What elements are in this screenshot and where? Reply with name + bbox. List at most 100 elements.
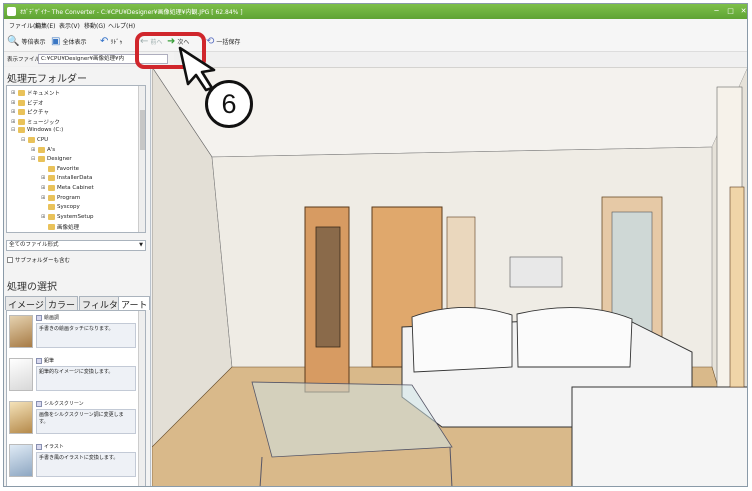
- folder-icon: [48, 213, 55, 220]
- folder-icon: [28, 137, 35, 143]
- status-bar: [152, 481, 747, 486]
- tree-scrollbar[interactable]: [138, 86, 145, 232]
- folder-icon: [48, 224, 55, 231]
- app-window: ｵｶﾞﾃﾞｻﾞｲﾅｰ The Converter - C:¥CPU¥Design…: [3, 3, 748, 487]
- tree-item-label: Designer: [47, 156, 72, 163]
- tree-item[interactable]: ⊞ ミュージック: [11, 118, 60, 126]
- folder-icon: [18, 99, 25, 106]
- expander-icon[interactable]: ⊞: [41, 214, 46, 220]
- tree-item[interactable]: ⊞ ドキュメント: [11, 89, 60, 97]
- expander-icon[interactable]: ⊞: [11, 109, 16, 115]
- expander-icon[interactable]: ⊞: [41, 195, 46, 201]
- close-icon[interactable]: ✕: [738, 6, 747, 17]
- expander-icon[interactable]: ⊞: [11, 119, 16, 125]
- tree-item[interactable]: ⊟ CPU: [21, 137, 48, 143]
- fit-all-button[interactable]: ▣ 全体表示: [51, 35, 86, 48]
- tree-item-label: CPU: [37, 137, 49, 143]
- tree-item[interactable]: ⊟ Designer: [31, 156, 72, 163]
- folder-icon: [18, 90, 25, 96]
- tree-item-label: A's: [47, 146, 56, 153]
- menu-help[interactable]: ヘルプ(H): [108, 21, 135, 30]
- folder-icon: [48, 175, 55, 182]
- process-icon: [36, 314, 42, 321]
- process-description: 手書き風のイラストに変換します。: [36, 452, 136, 477]
- maximize-icon[interactable]: □: [725, 6, 736, 17]
- expander-icon[interactable]: ⊞: [11, 100, 16, 106]
- process-name: シルクスクリーン: [44, 401, 84, 407]
- tab-image[interactable]: イメージ: [5, 296, 47, 311]
- folder-icon: [18, 109, 25, 116]
- chevron-down-icon: ▼: [139, 242, 143, 248]
- process-name: イラスト: [44, 444, 64, 450]
- tree-item[interactable]: ⊞ ピクチャ: [11, 108, 49, 116]
- process-icon: [36, 443, 42, 450]
- tree-item-label: Meta Cabinet: [57, 185, 94, 191]
- actual-size-button[interactable]: 🔍 等倍表示: [7, 35, 45, 48]
- process-header: イラスト: [36, 443, 64, 450]
- minimize-icon[interactable]: ─: [711, 6, 722, 17]
- tree-item-label: Program: [57, 194, 81, 201]
- image-preview[interactable]: [152, 67, 747, 486]
- process-icon: [36, 357, 42, 364]
- tree-item-label: InstallerData: [57, 175, 93, 182]
- tab-art[interactable]: アート: [118, 296, 151, 311]
- process-tabs: イメージ カラー フィルター アート: [5, 296, 151, 311]
- app-icon: [7, 7, 16, 16]
- folder-icon: [38, 146, 45, 153]
- tree-item[interactable]: ⊞ InstallerData: [41, 175, 93, 182]
- expander-icon[interactable]: ⊞: [41, 185, 46, 191]
- tree-item[interactable]: ⊞ SystemSetup: [41, 213, 94, 220]
- undo-button[interactable]: ↶ ﾘﾄﾞｩ: [100, 35, 122, 48]
- tab-color[interactable]: カラー: [45, 296, 79, 311]
- expander-icon[interactable]: ⊞: [41, 175, 46, 181]
- process-list: 絵画調 手書きの絵画タッチになります。 鉛筆 鉛筆的なイメージに変換します。 シルクスク…: [6, 310, 146, 486]
- folder-icon: [48, 204, 55, 211]
- process-header: 鉛筆: [36, 357, 54, 364]
- tree-item-label: Windows (C:): [27, 127, 64, 134]
- tree-item-label: ドキュメント: [27, 91, 61, 97]
- expander-icon[interactable]: ⊞: [11, 90, 16, 96]
- tree-item[interactable]: 画像処理: [41, 223, 79, 231]
- tree-item-label: ビデオ: [27, 100, 44, 107]
- tree-item[interactable]: Syscopy: [41, 204, 80, 211]
- expander-icon[interactable]: ⊟: [21, 137, 26, 143]
- title-bar: ｵｶﾞﾃﾞｻﾞｲﾅｰ The Converter - C:¥CPU¥Design…: [4, 4, 747, 19]
- tree-item[interactable]: ⊟ Windows (C:): [11, 127, 64, 134]
- include-subfolders-checkbox[interactable]: サブフォルダーも含む: [7, 256, 70, 264]
- menu-view[interactable]: 表示(V): [59, 21, 80, 30]
- tree-item[interactable]: ⊞ A's: [31, 146, 56, 153]
- file-type-select[interactable]: 全てのファイル形式 ▼: [6, 240, 146, 251]
- process-option[interactable]: 鉛筆 鉛筆的なイメージに変換します。: [9, 356, 137, 393]
- tree-item[interactable]: ⊞ Program: [41, 194, 81, 201]
- process-thumbnail: [9, 358, 33, 391]
- folder-tree[interactable]: ⊞ ドキュメント ⊞ ビデオ ⊞ ピクチャ ⊞ ミュージック ⊟ Windows (C:) ⊟ CPU…: [6, 85, 146, 233]
- tree-item-label: Favorite: [57, 165, 79, 172]
- include-subfolders-label: サブフォルダーも含む: [15, 258, 71, 264]
- process-thumbnail: [9, 401, 33, 434]
- tree-item-label: SystemSetup: [57, 213, 94, 220]
- process-option[interactable]: 絵画調 手書きの絵画タッチになります。: [9, 313, 137, 350]
- tree-item[interactable]: Favorite: [41, 165, 79, 172]
- process-name: 絵画調: [44, 315, 60, 321]
- magnifier-icon: 🔍: [7, 35, 20, 47]
- step-number-callout: 6: [205, 80, 253, 128]
- checkbox-box[interactable]: [7, 257, 13, 263]
- expander-icon[interactable]: ⊟: [11, 127, 16, 133]
- process-option[interactable]: イラスト手書き風のイラストに変換します。: [9, 442, 137, 479]
- tree-scroll-thumb[interactable]: [140, 110, 145, 150]
- fit-all-label: 全体表示: [62, 39, 87, 46]
- menu-edit[interactable]: 編集(E): [35, 21, 55, 30]
- process-scrollbar[interactable]: [138, 311, 145, 486]
- process-description: 画像をシルクスクリーン調に変更します。: [36, 409, 136, 434]
- menu-move[interactable]: 移動(G): [84, 21, 105, 30]
- process-option[interactable]: シルクスクリーン画像をシルクスクリーン調に変更します。: [9, 399, 137, 436]
- expander-icon[interactable]: ⊟: [31, 156, 36, 162]
- tree-item-label: ピクチャ: [27, 110, 49, 117]
- tree-item[interactable]: ⊞ Meta Cabinet: [41, 185, 94, 191]
- process-header: 絵画調: [36, 314, 59, 321]
- expander-icon[interactable]: ⊞: [31, 147, 36, 153]
- tree-item[interactable]: ⊞ ビデオ: [11, 99, 44, 107]
- undo-label: ﾘﾄﾞｩ: [110, 39, 123, 46]
- file-type-value: 全てのファイル形式: [9, 242, 59, 248]
- process-header: シルクスクリーン: [36, 400, 84, 407]
